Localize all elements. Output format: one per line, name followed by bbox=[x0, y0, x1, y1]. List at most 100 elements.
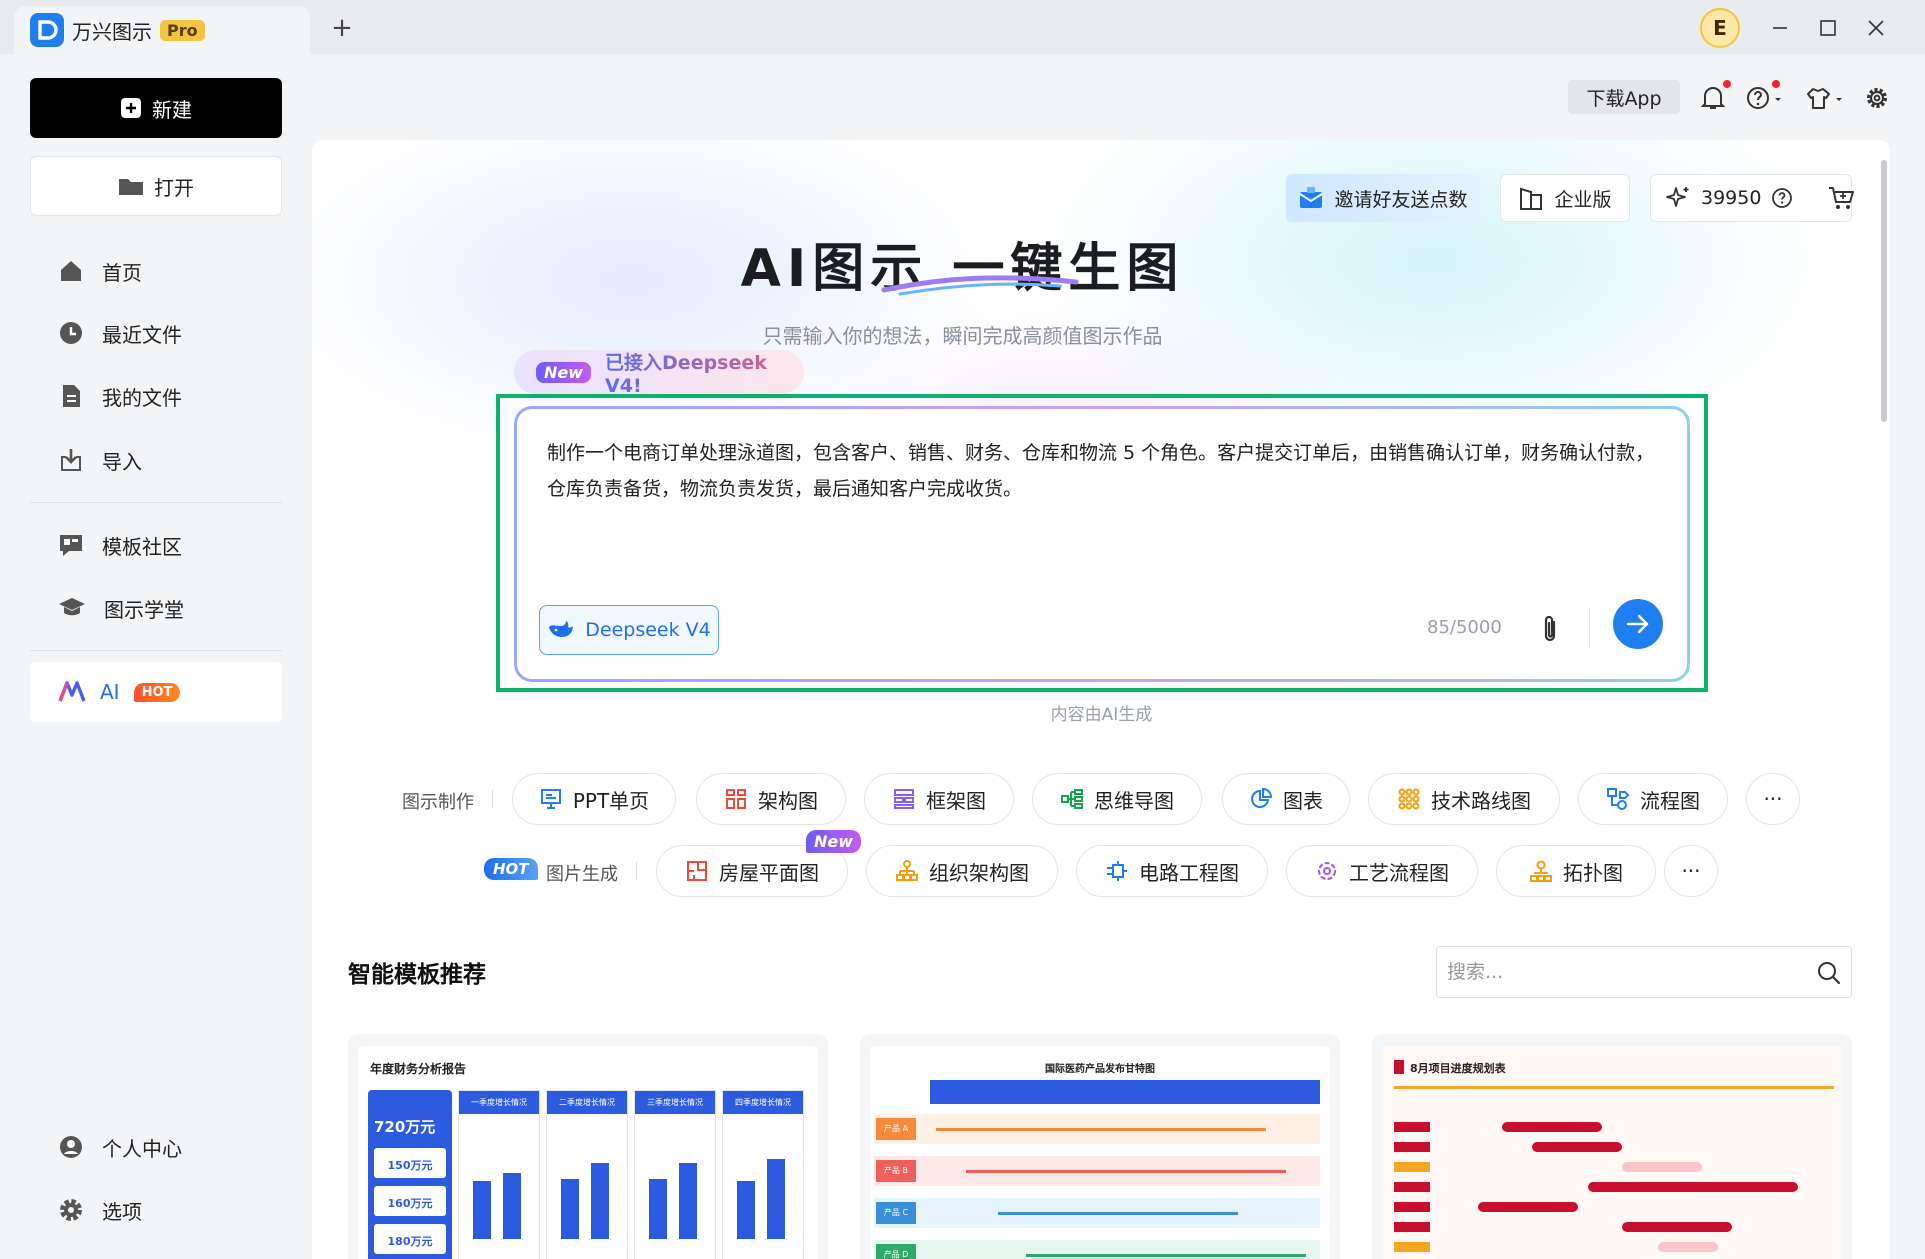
info-icon[interactable] bbox=[1771, 187, 1793, 209]
bar bbox=[591, 1163, 609, 1239]
category-org-chart[interactable]: 组织架构图 bbox=[866, 845, 1058, 897]
sidebar-item-my-files[interactable]: 我的文件 bbox=[58, 376, 182, 416]
circuit-icon bbox=[1107, 861, 1127, 881]
row-label-diagram: 图示制作 bbox=[402, 792, 474, 813]
user-avatar[interactable]: E bbox=[1700, 8, 1740, 48]
sidebar-item-import[interactable]: 导入 bbox=[58, 440, 142, 480]
settings-icon[interactable] bbox=[1860, 82, 1894, 114]
file-icon bbox=[58, 383, 84, 409]
bar bbox=[737, 1181, 755, 1239]
templates-section-title: 智能模板推荐 bbox=[348, 962, 486, 988]
roadmap-icon bbox=[1398, 788, 1420, 810]
prompt-textarea[interactable]: 制作一个电商订单处理泳道图，包含客户、销售、财务、仓库和物流 5 个角色。客户提… bbox=[547, 435, 1667, 507]
summary-item: 150万元 bbox=[374, 1148, 446, 1178]
template-card[interactable]: 国际医药产品发布甘特图 产品 A 产品 B 产品 C 产品 D bbox=[860, 1034, 1340, 1259]
template-preview: 年度财务分析报告 720万元 150万元 160万元 180万元 一季度增长情况… bbox=[358, 1046, 818, 1259]
invite-friends-button[interactable]: 邀请好友送点数 bbox=[1286, 174, 1480, 222]
progress-bar bbox=[1532, 1142, 1622, 1152]
topology-icon bbox=[1530, 860, 1552, 882]
app-name: 万兴图示 bbox=[72, 19, 152, 44]
more-diagram-types-button[interactable]: ··· bbox=[1746, 773, 1800, 825]
template-preview: 8月项目进度规划表 bbox=[1382, 1046, 1842, 1259]
template-card[interactable]: 8月项目进度规划表 bbox=[1372, 1034, 1852, 1259]
gantt-header bbox=[930, 1080, 1320, 1104]
template-search[interactable] bbox=[1436, 946, 1852, 998]
paperclip-icon[interactable] bbox=[1533, 609, 1567, 649]
download-app-button[interactable]: 下载App bbox=[1568, 80, 1680, 114]
framework-icon bbox=[894, 789, 914, 809]
quarter-column: 一季度增长情况 bbox=[458, 1090, 540, 1259]
help-icon[interactable] bbox=[1744, 82, 1788, 114]
category-ppt[interactable]: PPT单页 bbox=[512, 773, 676, 825]
maximize-icon[interactable] bbox=[1812, 12, 1844, 44]
category-process-flow[interactable]: 工艺流程图 bbox=[1286, 845, 1478, 897]
row-label-image: 图片生成 bbox=[546, 864, 618, 885]
progress-bar bbox=[1588, 1182, 1798, 1192]
category-mindmap[interactable]: 思维导图 bbox=[1032, 773, 1202, 825]
deepseek-banner-text: 已接入Deepseek V4! bbox=[605, 348, 804, 397]
category-circuit[interactable]: 电路工程图 bbox=[1076, 845, 1268, 897]
title-bar: 万兴图示 Pro + E bbox=[0, 0, 1925, 54]
open-button[interactable]: 打开 bbox=[30, 156, 282, 216]
pro-badge: Pro bbox=[160, 19, 205, 41]
sidebar-divider bbox=[30, 502, 282, 503]
import-icon bbox=[58, 447, 84, 473]
quarter-column: 三季度增长情况 bbox=[634, 1090, 716, 1259]
category-framework[interactable]: 框架图 bbox=[864, 773, 1014, 825]
community-icon bbox=[58, 532, 84, 558]
more-image-types-button[interactable]: ··· bbox=[1664, 845, 1718, 897]
prompt-input-box[interactable]: 制作一个电商订单处理泳道图，包含客户、销售、财务、仓库和物流 5 个角色。客户提… bbox=[514, 406, 1690, 682]
category-architecture[interactable]: 架构图 bbox=[696, 773, 846, 825]
bar bbox=[649, 1179, 667, 1239]
pie-chart-icon bbox=[1251, 787, 1273, 808]
app-tab[interactable]: 万兴图示 Pro bbox=[14, 6, 310, 54]
gantt-row: 产品 C bbox=[874, 1198, 1320, 1228]
row-divider bbox=[492, 790, 493, 808]
model-select-button[interactable]: Deepseek V4 bbox=[539, 605, 719, 655]
app-logo-icon bbox=[30, 13, 64, 47]
progress-bar bbox=[1658, 1242, 1718, 1252]
building-icon bbox=[1518, 185, 1544, 211]
category-chart[interactable]: 图表 bbox=[1222, 773, 1350, 825]
search-icon[interactable] bbox=[1815, 959, 1843, 987]
sidebar-item-template-community[interactable]: 模板社区 bbox=[58, 525, 182, 565]
new-tab-button[interactable]: + bbox=[326, 12, 358, 44]
points-panel[interactable]: 39950 bbox=[1650, 174, 1855, 222]
template-card[interactable]: 年度财务分析报告 720万元 150万元 160万元 180万元 一季度增长情况… bbox=[348, 1034, 828, 1259]
close-icon[interactable] bbox=[1860, 12, 1892, 44]
progress-bar bbox=[1622, 1162, 1702, 1172]
graduation-cap-icon bbox=[58, 595, 86, 621]
summary-item: 180万元 bbox=[374, 1224, 446, 1254]
cart-icon[interactable] bbox=[1827, 185, 1855, 211]
gear-icon bbox=[58, 1197, 84, 1223]
flowchart-icon bbox=[1607, 788, 1630, 810]
process-flow-icon bbox=[1318, 862, 1336, 880]
ppt-icon bbox=[540, 789, 561, 809]
summary-column: 720万元 150万元 160万元 180万元 bbox=[368, 1090, 452, 1259]
category-tech-roadmap[interactable]: 技术路线图 bbox=[1368, 773, 1560, 825]
deepseek-whale-icon bbox=[547, 619, 575, 641]
template-preview: 国际医药产品发布甘特图 产品 A 产品 B 产品 C 产品 D bbox=[870, 1046, 1330, 1259]
plus-icon bbox=[120, 97, 142, 119]
minimize-icon[interactable] bbox=[1764, 12, 1796, 44]
sidebar-divider bbox=[30, 650, 282, 651]
send-button[interactable] bbox=[1613, 599, 1663, 649]
skin-icon[interactable] bbox=[1804, 82, 1848, 114]
new-button[interactable]: 新建 bbox=[30, 78, 282, 138]
enterprise-button[interactable]: 企业版 bbox=[1500, 174, 1630, 222]
hot-badge: HOT bbox=[133, 682, 181, 702]
bar bbox=[503, 1173, 521, 1239]
timeline-axis bbox=[1394, 1086, 1834, 1089]
help-dot bbox=[1772, 80, 1780, 88]
sidebar-item-profile[interactable]: 个人中心 bbox=[58, 1127, 182, 1167]
category-topology[interactable]: 拓扑图 bbox=[1496, 845, 1656, 897]
sidebar-item-options[interactable]: 选项 bbox=[58, 1190, 142, 1230]
mindmap-icon bbox=[1061, 789, 1083, 809]
org-chart-icon bbox=[896, 860, 918, 881]
search-input[interactable] bbox=[1447, 947, 1787, 997]
sidebar-item-academy[interactable]: 图示学堂 bbox=[58, 588, 184, 628]
gantt-row: 产品 A bbox=[874, 1114, 1320, 1144]
summary-total: 720万元 bbox=[374, 1118, 436, 1136]
category-flowchart[interactable]: 流程图 bbox=[1578, 773, 1728, 825]
row-divider bbox=[636, 862, 637, 880]
